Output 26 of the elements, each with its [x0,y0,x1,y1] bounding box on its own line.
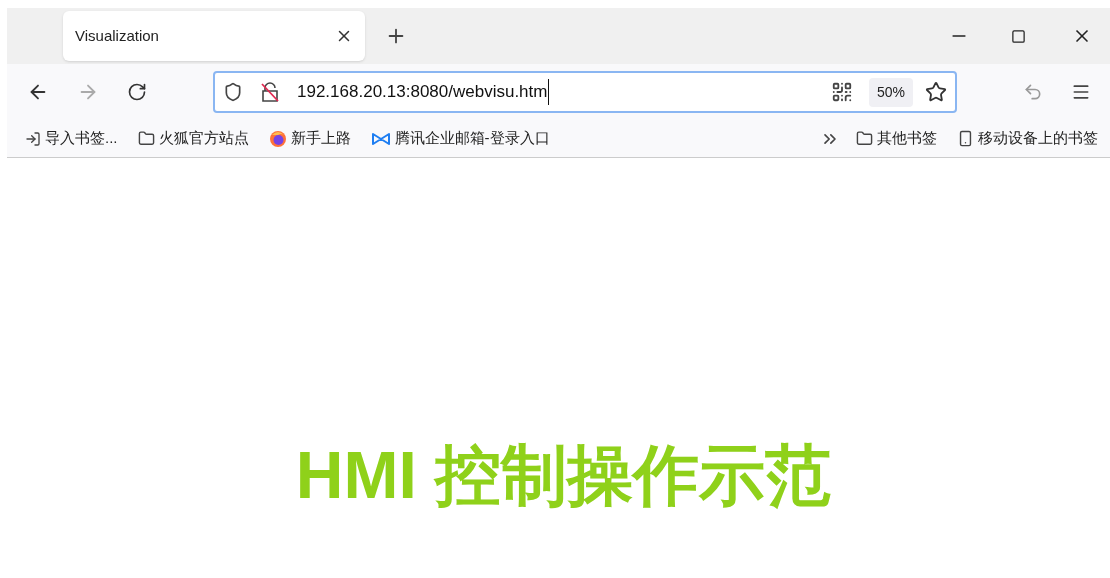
zoom-level[interactable]: 50% [868,77,913,107]
browser-tab[interactable]: Visualization [63,11,365,61]
url-text: 192.168.20.13:8080/webvisu.htm [297,79,550,105]
maximize-icon[interactable] [1011,28,1026,44]
menu-icon[interactable] [1071,82,1091,102]
folder-icon [137,130,155,147]
bookmark-item[interactable]: 其他书签 [852,124,941,153]
bookmark-item[interactable]: 腾讯企业邮箱-登录入口 [366,124,554,153]
bookmark-item[interactable]: 新手上路 [264,124,355,153]
folder-icon [856,130,873,147]
shield-icon[interactable] [223,82,243,102]
tab-title: Visualization [75,25,159,46]
bookmark-item[interactable]: 火狐官方站点 [133,124,253,153]
undo-arrow-icon[interactable] [1023,82,1043,102]
qr-code-icon[interactable] [830,81,853,103]
bookmark-item[interactable]: 导入书签... [21,124,122,153]
page-heading: HMI 控制操作示范 [295,442,832,508]
bowtie-icon [370,131,391,146]
address-bar[interactable]: 192.168.20.13:8080/webvisu.htm 50% [213,71,957,113]
crossed-lock-icon[interactable] [259,81,281,103]
bookmark-star-icon[interactable] [925,81,947,103]
reload-icon[interactable] [127,82,147,102]
phone-icon [957,130,974,147]
bookmark-item[interactable]: 移动设备上的书签 [953,124,1102,153]
fox-globe-icon [268,129,287,148]
import-icon [25,130,41,147]
